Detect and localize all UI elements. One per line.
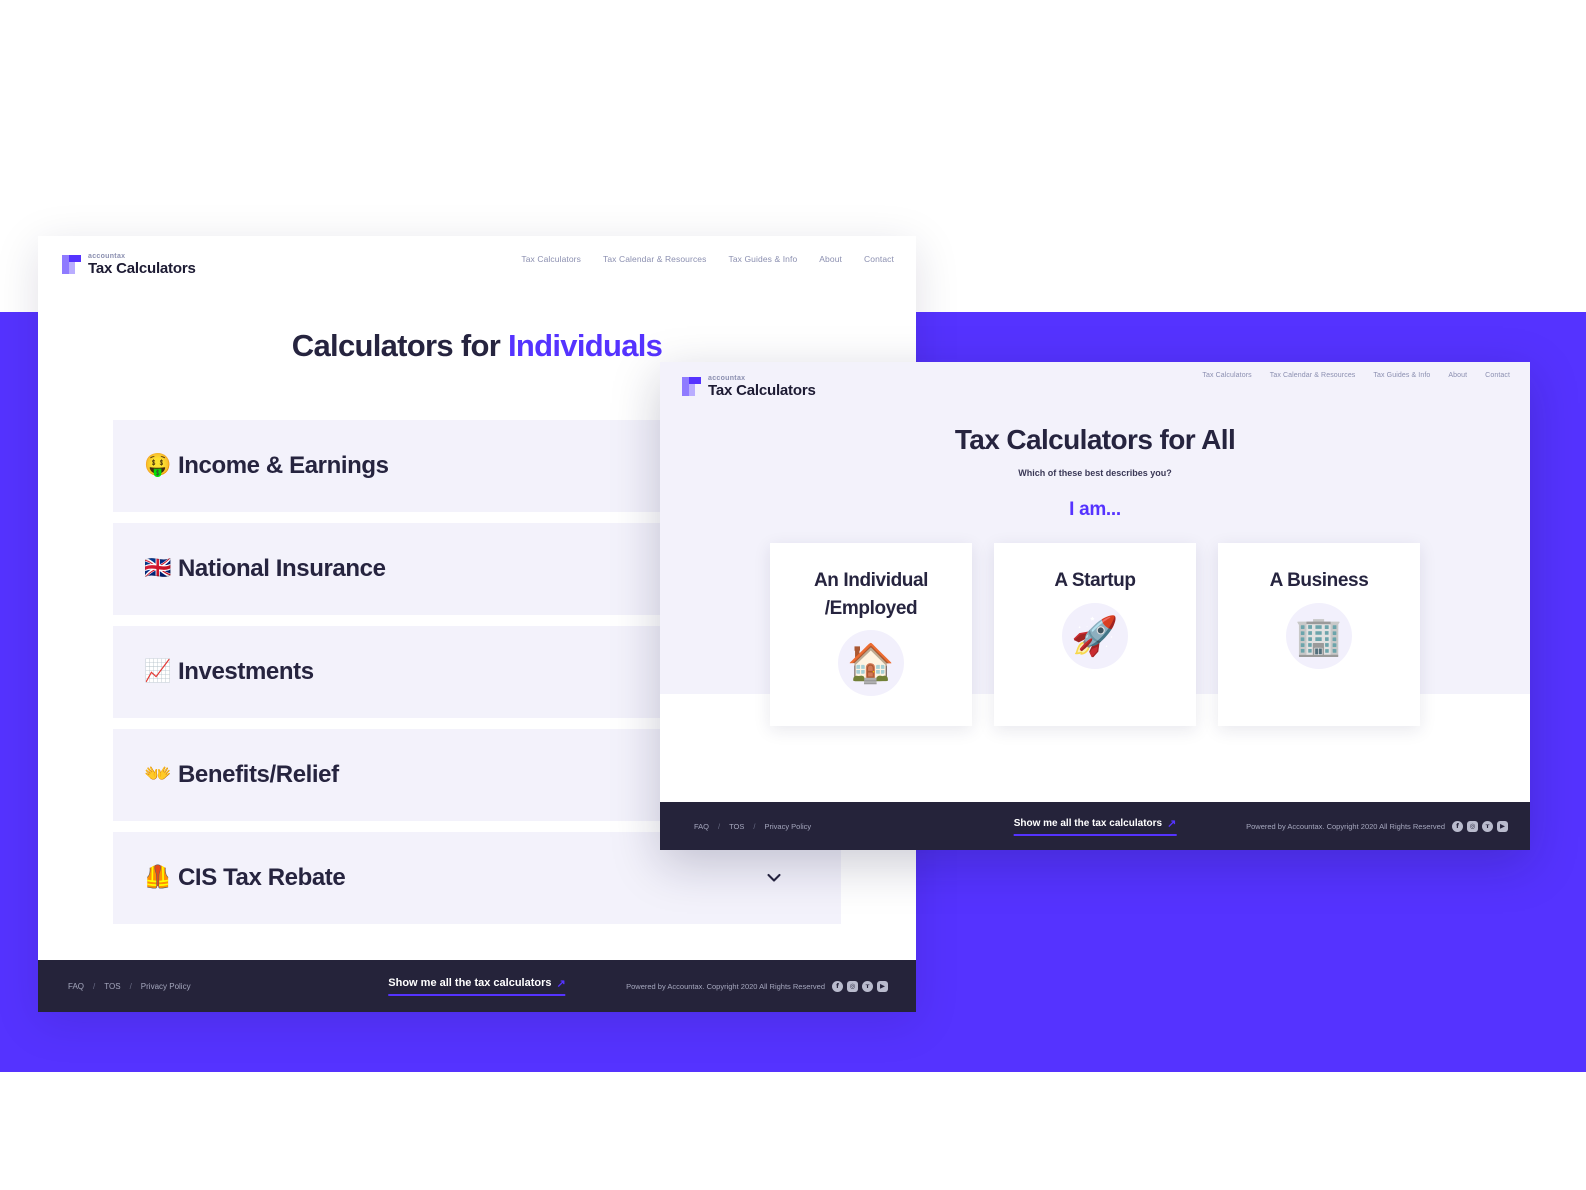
social-links-back: f ◎ ᴛ ▶	[832, 980, 888, 992]
option-icon-background: 🏢	[1286, 602, 1352, 669]
footer-separator: /	[129, 981, 132, 991]
arrow-up-right-icon: ↗	[556, 977, 566, 990]
header-bar-back: accountax Tax Calculators Tax Calculator…	[38, 236, 916, 280]
list-item-label: CIS Tax Rebate	[178, 864, 346, 891]
page-title: Tax Calculators for All	[954, 424, 1236, 455]
cta-label: Show me all the tax calculators	[1013, 817, 1163, 829]
twitter-icon[interactable]: ᴛ	[862, 980, 873, 992]
footer-link-faq[interactable]: FAQ	[694, 822, 709, 831]
i-am-prompt: I am...	[1069, 499, 1121, 520]
option-card-title: An Individual /Employed	[813, 570, 929, 619]
footer-back: FAQ / TOS / Privacy Policy Show me all t…	[38, 960, 916, 1012]
footer-link-privacy-policy[interactable]: Privacy Policy	[765, 822, 812, 831]
header-bar-front: accountax Tax Calculators Tax Calculator…	[660, 362, 1530, 400]
copyright-text: Powered by Accountax. Copyright 2020 All…	[1246, 821, 1445, 831]
footer-separator: /	[93, 981, 96, 991]
accountax-t-logo-icon	[62, 254, 81, 274]
footer-links-front: FAQ / TOS / Privacy Policy	[694, 822, 811, 831]
facebook-icon[interactable]: f	[832, 980, 843, 992]
house-icon: 🏠	[847, 641, 895, 686]
office-building-icon: 🏢	[1295, 613, 1343, 658]
list-item-label: Benefits/Relief	[178, 761, 339, 788]
screenshot-stage: accountax Tax Calculators Tax Calculator…	[0, 0, 1586, 1190]
show-all-calculators-link-back[interactable]: Show me all the tax calculators ↗	[388, 977, 566, 996]
option-icon-background: 🏠	[838, 630, 904, 697]
option-icon-background: 🚀	[1062, 602, 1128, 669]
chart-increasing-icon: 📈	[144, 659, 172, 684]
nav-item-tax-guides-info[interactable]: Tax Guides & Info	[1373, 372, 1430, 379]
money-mouth-face-icon: 🤑	[144, 453, 172, 478]
chevron-down-icon[interactable]	[765, 869, 783, 887]
brand-logo-front[interactable]: accountax Tax Calculators	[682, 375, 816, 398]
copyright-text: Powered by Accountax. Copyright 2020 All…	[626, 981, 825, 991]
footer-link-faq[interactable]: FAQ	[68, 982, 84, 991]
page-title-accent: Individuals	[507, 328, 663, 363]
instagram-icon[interactable]: ◎	[847, 980, 858, 992]
youtube-icon[interactable]: ▶	[877, 980, 888, 992]
list-item-label: Income & Earnings	[178, 452, 389, 479]
nav-item-tax-calendar-resources[interactable]: Tax Calendar & Resources	[1270, 372, 1356, 379]
nav-item-tax-calculators[interactable]: Tax Calculators	[521, 254, 581, 264]
footer-right-front: Powered by Accountax. Copyright 2020 All…	[1246, 820, 1508, 832]
option-card-title: A Startup	[1054, 570, 1136, 591]
footer-front: FAQ / TOS / Privacy Policy Show me all t…	[660, 802, 1530, 850]
page-title-plain: Calculators for	[291, 328, 508, 363]
social-links-front: f ◎ ᴛ ▶	[1452, 820, 1508, 832]
footer-separator: /	[753, 821, 756, 831]
show-all-calculators-link-front[interactable]: Show me all the tax calculators ↗	[1013, 817, 1177, 836]
cta-label: Show me all the tax calculators	[388, 977, 552, 989]
footer-link-tos[interactable]: TOS	[729, 822, 744, 831]
option-card-startup[interactable]: A Startup 🚀	[994, 543, 1196, 726]
nav-item-about[interactable]: About	[819, 254, 842, 264]
twitter-icon[interactable]: ᴛ	[1482, 820, 1493, 832]
instagram-icon[interactable]: ◎	[1467, 820, 1478, 832]
option-card-title: A Business	[1269, 570, 1369, 591]
footer-separator: /	[718, 821, 721, 831]
option-card-business[interactable]: A Business 🏢	[1218, 543, 1420, 726]
open-hands-icon: 👐	[144, 762, 172, 787]
list-item-label: National Insurance	[178, 555, 386, 582]
facebook-icon[interactable]: f	[1452, 820, 1463, 832]
footer-link-privacy-policy[interactable]: Privacy Policy	[141, 982, 191, 991]
footer-links-back: FAQ / TOS / Privacy Policy	[68, 982, 191, 991]
uk-flag-icon: 🇬🇧	[144, 556, 172, 581]
page-title: Calculators for Individuals	[38, 328, 916, 364]
brand-name: Tax Calculators	[708, 381, 816, 399]
accountax-t-logo-icon	[682, 376, 701, 396]
rocket-icon: 🚀	[1071, 613, 1119, 658]
nav-item-tax-calendar-resources[interactable]: Tax Calendar & Resources	[603, 254, 707, 264]
main-nav-front: Tax Calculators Tax Calendar & Resources…	[1202, 372, 1510, 379]
option-card-individual-employed[interactable]: An Individual /Employed 🏠	[770, 543, 972, 726]
safety-vest-icon: 🦺	[144, 865, 172, 890]
list-item-label: Investments	[178, 658, 314, 685]
nav-item-about[interactable]: About	[1448, 372, 1467, 379]
brand-name: Tax Calculators	[88, 259, 196, 277]
window-all: accountax Tax Calculators Tax Calculator…	[660, 362, 1530, 850]
footer-right-back: Powered by Accountax. Copyright 2020 All…	[626, 980, 888, 992]
audience-option-cards: An Individual /Employed 🏠 A Startup 🚀 A …	[660, 543, 1530, 726]
page-body-all: Tax Calculators for All Which of these b…	[660, 400, 1530, 804]
main-nav-back: Tax Calculators Tax Calendar & Resources…	[521, 254, 894, 264]
brand-superlabel: accountax	[708, 374, 746, 382]
nav-item-tax-calculators[interactable]: Tax Calculators	[1202, 372, 1251, 379]
nav-item-contact[interactable]: Contact	[1485, 372, 1510, 379]
footer-link-tos[interactable]: TOS	[104, 982, 120, 991]
brand-logo-back[interactable]: accountax Tax Calculators	[62, 253, 196, 276]
youtube-icon[interactable]: ▶	[1497, 820, 1508, 832]
arrow-up-right-icon: ↗	[1167, 817, 1177, 830]
page-subtitle: Which of these best describes you?	[1018, 468, 1172, 478]
nav-item-tax-guides-info[interactable]: Tax Guides & Info	[728, 254, 797, 264]
brand-superlabel: accountax	[88, 252, 126, 260]
nav-item-contact[interactable]: Contact	[864, 254, 894, 264]
